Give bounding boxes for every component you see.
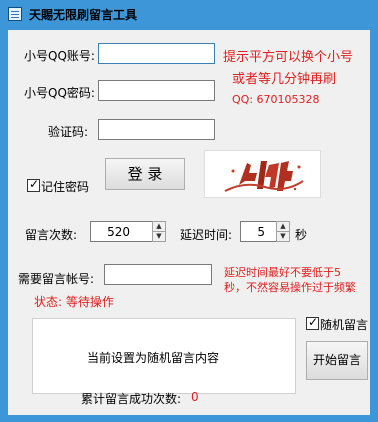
delay-label: 延迟时间: — [180, 228, 233, 242]
random-message-label[interactable]: 随机留言 — [320, 316, 368, 333]
window-title: 天賜无限刷留言工具 — [29, 8, 138, 22]
app-icon — [8, 7, 22, 21]
target-account-input[interactable] — [104, 264, 212, 285]
message-content-box[interactable]: 当前设置为随机留言内容 — [32, 318, 296, 394]
qq-password-input[interactable] — [98, 80, 215, 101]
title-bar[interactable]: 天賜无限刷留言工具 — [0, 0, 378, 30]
success-count-label: 累计留言成功次数: — [81, 392, 182, 406]
tip-line-1: 提示平方可以换个小号 — [223, 50, 354, 65]
login-button[interactable]: 登 录 — [105, 158, 185, 190]
qq-password-label: 小号QQ密码: — [24, 86, 95, 100]
status-text: 状态: 等待操作 — [34, 295, 114, 309]
remember-password-label[interactable]: 记住密码 — [41, 178, 89, 195]
count-up-icon[interactable]: ▲ — [153, 222, 165, 231]
random-message-checkbox[interactable] — [306, 315, 319, 330]
captcha-label: 验证码: — [48, 125, 89, 139]
count-input[interactable] — [90, 221, 153, 242]
success-count-value: 0 — [191, 390, 199, 404]
count-down-icon[interactable]: ▼ — [153, 231, 165, 241]
tip-qq: QQ: 670105328 — [232, 93, 320, 106]
tip-line-2: 或者等几分钟再刷 — [232, 72, 337, 87]
qq-account-input[interactable] — [98, 43, 215, 64]
captcha-image[interactable] — [204, 150, 321, 198]
delay-warning-line-2: 秒，不然容易操作过于频繁 — [224, 281, 356, 294]
target-account-label: 需要留言帐号: — [18, 272, 95, 286]
delay-up-icon[interactable]: ▲ — [277, 222, 289, 231]
remember-password-checkbox[interactable] — [27, 177, 40, 192]
delay-down-icon[interactable]: ▼ — [277, 231, 289, 241]
qq-account-label: 小号QQ账号: — [24, 49, 95, 63]
delay-input[interactable] — [240, 221, 278, 242]
delay-unit: 秒 — [295, 228, 308, 242]
captcha-graphic — [224, 161, 304, 192]
delay-warning-line-1: 延迟时间最好不要低于5 — [224, 266, 341, 279]
app-window: 天賜无限刷留言工具 小号QQ账号: 小号QQ密码: 验证码: 提示平方可以换个小… — [0, 0, 378, 422]
message-content-text: 当前设置为随机留言内容 — [87, 351, 220, 365]
count-label: 留言次数: — [25, 228, 78, 242]
start-button[interactable]: 开始留言 — [306, 341, 368, 380]
client-area: 小号QQ账号: 小号QQ密码: 验证码: 提示平方可以换个小号 或者等几分钟再刷… — [8, 30, 370, 415]
count-spinner[interactable]: ▲ ▼ — [152, 221, 166, 242]
delay-spinner[interactable]: ▲ ▼ — [276, 221, 290, 242]
captcha-input[interactable] — [98, 119, 215, 140]
